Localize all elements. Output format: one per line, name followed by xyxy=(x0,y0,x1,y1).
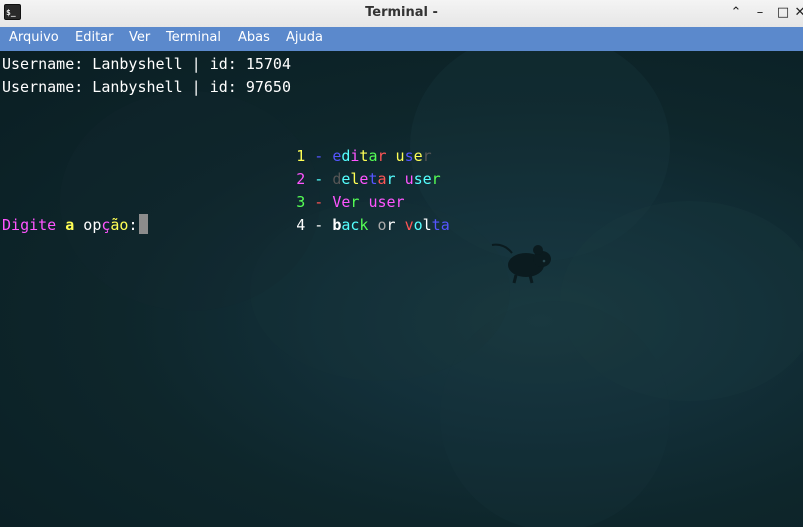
xfce-mouse-icon xyxy=(491,243,551,284)
terminal-char: t xyxy=(38,216,48,234)
menu-option-4: 4 - back or volta xyxy=(242,191,450,234)
option-number: 4 xyxy=(296,216,306,234)
terminal-char: o xyxy=(377,216,387,234)
terminal-char xyxy=(74,216,83,234)
terminal-output[interactable]: Username: Lanbyshell | id: 15704 Usernam… xyxy=(0,51,803,527)
menu-arquivo[interactable]: Arquivo xyxy=(9,27,59,51)
terminal-window: $_ Terminal - ⌃ – □ ✕ Arquivo Editar Ver… xyxy=(0,0,803,527)
option-separator: - xyxy=(305,216,333,234)
option-label: back or volta xyxy=(332,216,449,234)
terminal-char: D xyxy=(2,216,12,234)
terminal-char: o xyxy=(83,216,93,234)
window-title: Terminal - xyxy=(365,5,438,20)
terminal-char: e xyxy=(47,216,57,234)
terminal-char: s xyxy=(413,170,423,188)
text-cursor[interactable] xyxy=(139,214,149,234)
menu-ajuda[interactable]: Ajuda xyxy=(286,27,323,51)
terminal-char: i xyxy=(29,216,39,234)
chevron-up-icon[interactable]: ⌃ xyxy=(726,4,746,22)
input-prompt[interactable]: Digite a opção: xyxy=(2,214,149,237)
minimize-icon[interactable]: – xyxy=(750,4,770,22)
terminal-char: a xyxy=(440,216,450,234)
terminal-char: e xyxy=(422,170,432,188)
terminal-char: v xyxy=(404,216,414,234)
terminal-char: t xyxy=(431,216,441,234)
terminal-char: p xyxy=(92,216,102,234)
terminal-char: l xyxy=(422,216,432,234)
terminal-line: Username: Lanbyshell | id: 97650 xyxy=(2,78,291,96)
terminal-char: o xyxy=(413,216,423,234)
menu-option-1: 1 - editar user xyxy=(242,122,431,165)
menu-option-3: 3 - Ver user xyxy=(242,168,404,211)
terminal-line: Username: Lanbyshell | id: 15704 xyxy=(2,55,291,73)
terminal-char: : xyxy=(128,216,138,234)
menu-option-2: 2 - deletar user xyxy=(242,145,441,188)
terminal-char: b xyxy=(332,216,342,234)
menu-terminal[interactable]: Terminal xyxy=(166,27,221,51)
terminal-char: g xyxy=(20,216,30,234)
terminal-char: a xyxy=(65,216,75,234)
terminal-char: r xyxy=(431,170,441,188)
terminal-char: u xyxy=(404,170,414,188)
menu-abas[interactable]: Abas xyxy=(238,27,270,51)
close-icon[interactable]: ✕ xyxy=(790,4,803,22)
menu-editar[interactable]: Editar xyxy=(75,27,114,51)
prompt-label: Digite a opção: xyxy=(2,216,137,234)
terminal-char xyxy=(56,216,65,234)
terminal-char: i xyxy=(11,216,21,234)
title-bar[interactable]: $_ Terminal - ⌃ – □ ✕ xyxy=(0,0,803,28)
terminal-char xyxy=(396,216,405,234)
terminal-char: r xyxy=(386,216,396,234)
menu-bar: Arquivo Editar Ver Terminal Abas Ajuda xyxy=(0,27,803,51)
menu-ver[interactable]: Ver xyxy=(129,27,150,51)
